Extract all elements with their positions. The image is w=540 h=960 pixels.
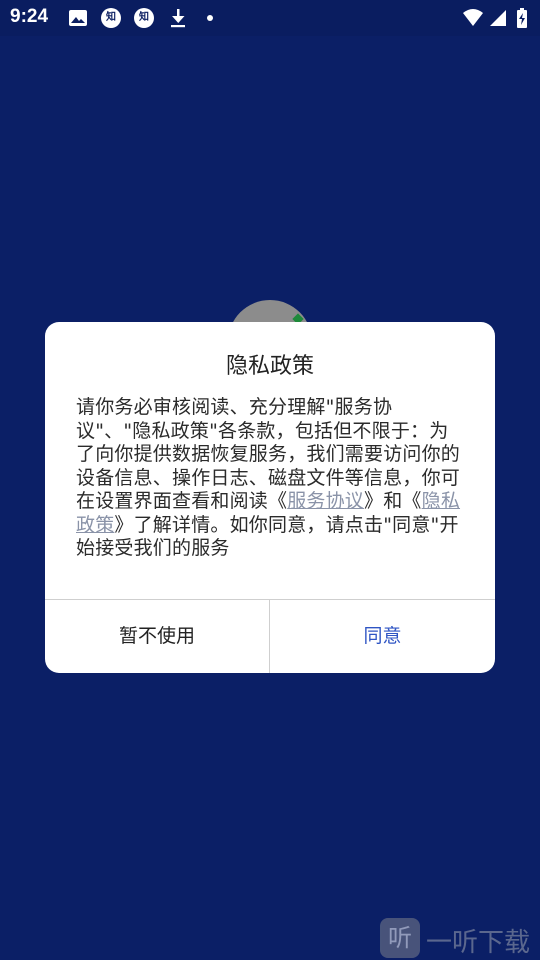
watermark-text: 一听下载 bbox=[426, 928, 531, 958]
battery-icon bbox=[516, 8, 528, 28]
status-bar: 9:24 知 知 bbox=[0, 0, 540, 36]
dialog-body-text: 》和《 bbox=[364, 490, 422, 512]
watermark-logo-icon: 听 bbox=[380, 918, 420, 958]
service-agreement-link[interactable]: 服务协议 bbox=[287, 490, 364, 512]
download-icon bbox=[168, 8, 188, 28]
signal-icon bbox=[488, 8, 508, 28]
privacy-policy-dialog: 隐私政策 请你务必审核阅读、充分理解"服务协议"、"隐私政策"各条款，包括但不限… bbox=[45, 322, 495, 673]
agree-button[interactable]: 同意 bbox=[270, 600, 495, 673]
status-time: 9:24 bbox=[10, 6, 49, 27]
zhihu-icon: 知 bbox=[101, 8, 121, 28]
decline-button[interactable]: 暂不使用 bbox=[45, 600, 269, 673]
dialog-body-text: 》了解详情。如你同意，请点击"同意"开始接受我们的服务 bbox=[76, 513, 459, 560]
notification-dot-icon bbox=[207, 15, 213, 21]
watermark: 听 一听下载 bbox=[380, 916, 540, 960]
dialog-title: 隐私政策 bbox=[225, 354, 314, 379]
image-icon bbox=[68, 8, 88, 28]
wifi-icon bbox=[462, 8, 484, 28]
dialog-body: 请你务必审核阅读、充分理解"服务协议"、"隐私政策"各条款，包括但不限于：为了向… bbox=[76, 396, 464, 561]
zhihu-icon: 知 bbox=[134, 8, 154, 28]
